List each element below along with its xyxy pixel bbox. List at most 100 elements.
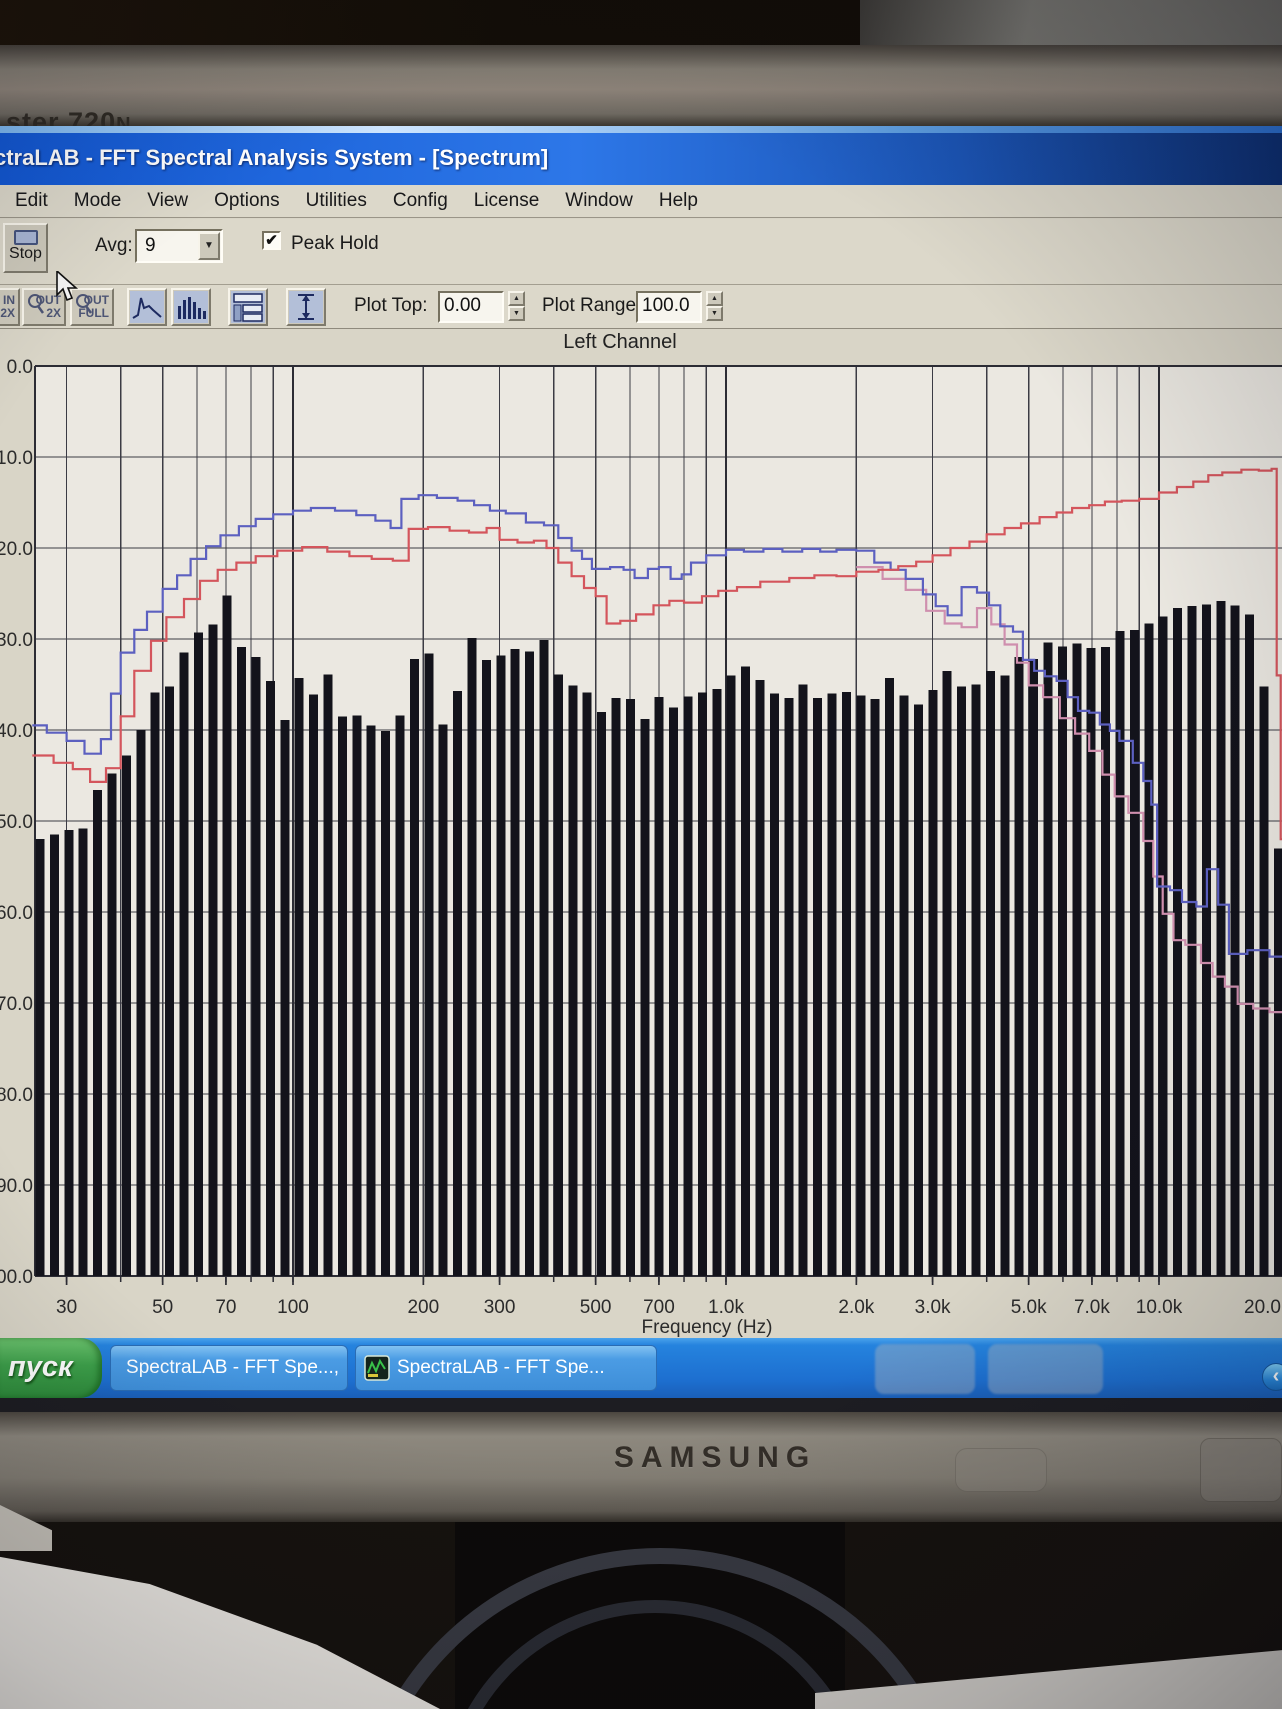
- menu-item-view[interactable]: View: [134, 190, 201, 212]
- x-tick-label: 7.0k: [1074, 1297, 1110, 1318]
- taskbar-item-label: SpectraLAB - FFT Spe...: [397, 1357, 605, 1378]
- spectrum-bar: [1057, 646, 1067, 1276]
- spectrum-bar: [280, 719, 290, 1276]
- spectrum-bar: [625, 699, 635, 1276]
- stop-button-label: Stop: [9, 245, 42, 262]
- spectrum-line-view-button[interactable]: [127, 288, 167, 326]
- spectrum-bar: [309, 694, 319, 1276]
- y-tick-label: 10.0: [0, 448, 33, 469]
- spectrum-bar: [265, 680, 275, 1276]
- plot-range-spinner[interactable]: ▲ ▼: [706, 291, 723, 323]
- x-axis-title: Frequency (Hz): [642, 1317, 773, 1338]
- toolbar-plot: Plot Top: 0.00 ▲ ▼ Plot Range: 100.0 ▲ ▼…: [0, 284, 1282, 329]
- spectrum-bar: [1259, 686, 1269, 1276]
- background-wall: [860, 0, 1282, 50]
- spectrum-bar: [597, 711, 607, 1276]
- chevron-down-icon[interactable]: ▼: [198, 232, 220, 260]
- tray-chevron-left-icon[interactable]: ‹: [1262, 1363, 1282, 1391]
- spectrum-bar: [136, 730, 146, 1276]
- menu-item-config[interactable]: Config: [380, 190, 461, 212]
- menu-item-license[interactable]: License: [461, 190, 553, 212]
- spectrum-bar: [381, 730, 391, 1276]
- spectrum-bar: [1072, 643, 1082, 1276]
- spectrum-bar-view-button[interactable]: [171, 288, 211, 326]
- taskbar-item-spectralab-1[interactable]: SpectraLAB - FFT Spe...,: [110, 1345, 348, 1391]
- spectrum-bar: [856, 695, 866, 1276]
- menu-item-help[interactable]: Help: [646, 190, 711, 212]
- spectrum-bar: [179, 652, 189, 1276]
- menu-item-edit[interactable]: Edit: [2, 190, 61, 212]
- spectrum-bar: [942, 670, 952, 1276]
- spectrum-bar: [352, 715, 362, 1276]
- zoom-button-label: IN 2X: [0, 293, 15, 320]
- spectrum-bar: [553, 674, 563, 1276]
- spin-up-icon[interactable]: ▲: [706, 291, 723, 306]
- spectrum-bar: [697, 692, 707, 1276]
- x-tick-label: 300: [484, 1297, 516, 1318]
- spectrum-bar: [640, 719, 650, 1276]
- taskbar-item-label: SpectraLAB - FFT Spe...,: [126, 1357, 339, 1378]
- spectrum-bar: [525, 651, 535, 1276]
- chart-title: Left Channel: [563, 331, 677, 353]
- spectrum-bar: [453, 690, 463, 1276]
- spectrum-bar: [294, 678, 304, 1276]
- menu-item-window[interactable]: Window: [552, 190, 646, 212]
- y-tick-label: 50.0: [0, 812, 33, 833]
- peak-hold-label: Peak Hold: [291, 233, 379, 254]
- stop-icon: [13, 230, 38, 245]
- x-tick-label: 1.0k: [708, 1297, 744, 1318]
- spectrum-bar: [150, 692, 160, 1276]
- y-tick-label: 100.0: [0, 1267, 33, 1288]
- x-tick-label: 2.0k: [838, 1297, 874, 1318]
- spectrum-bar: [409, 659, 419, 1276]
- x-tick-label: 10.0k: [1136, 1297, 1183, 1318]
- spectrum-bar: [1014, 657, 1024, 1276]
- x-tick-label: 100: [277, 1297, 309, 1318]
- spectrum-bar: [1273, 848, 1282, 1276]
- plot-top-field[interactable]: 0.00: [438, 291, 504, 323]
- vertical-scale-button[interactable]: [286, 288, 326, 326]
- screen: ctraLAB - FFT Spectral Analysis System -…: [0, 133, 1282, 1398]
- spectrum-bar: [78, 828, 88, 1276]
- spectrum-chart: 30 50 70 100 200 300 500 700 1.0k 2.0k 3.0k 5.0k 7.0…: [0, 359, 1282, 1338]
- mouse-cursor: [56, 271, 79, 302]
- title-bar[interactable]: ctraLAB - FFT Spectral Analysis System -…: [0, 133, 1282, 185]
- menu-item-mode[interactable]: Mode: [61, 190, 135, 212]
- x-tick-label: 30: [56, 1297, 77, 1318]
- spectrum-bar: [222, 595, 232, 1276]
- taskbar-item-spectralab-2[interactable]: SpectraLAB - FFT Spe...: [355, 1345, 657, 1391]
- vertical-range-icon: [289, 291, 323, 323]
- zoom-in-2x-button[interactable]: IN 2X: [0, 288, 20, 326]
- spin-up-icon[interactable]: ▲: [508, 291, 525, 306]
- start-button[interactable]: пуск: [0, 1338, 102, 1398]
- menu-item-options[interactable]: Options: [201, 190, 292, 212]
- spectrum-bar: [539, 639, 549, 1276]
- x-tick-label: 700: [643, 1297, 675, 1318]
- spectrum-bar: [1187, 606, 1197, 1276]
- plot-range-field[interactable]: 100.0: [636, 291, 702, 323]
- y-tick-label: 90.0: [0, 1176, 33, 1197]
- spectrum-bar: [438, 724, 448, 1276]
- spectrum-bar: [1101, 647, 1111, 1276]
- spin-down-icon[interactable]: ▼: [508, 306, 525, 321]
- spectrum-bar: [323, 674, 333, 1276]
- spectrum-bar: [424, 653, 434, 1276]
- spectrum-bar: [337, 716, 347, 1276]
- x-tick-label: 500: [580, 1297, 612, 1318]
- spectrum-bar: [784, 698, 794, 1276]
- spectrum-bar: [1158, 616, 1168, 1276]
- plot-top-spinner[interactable]: ▲ ▼: [508, 291, 525, 323]
- y-tick-label: 80.0: [0, 1085, 33, 1106]
- screen-top-edge-glow: [0, 126, 1282, 133]
- y-tick-label: 0.0: [7, 359, 33, 378]
- spectrum-bar: [1129, 629, 1139, 1276]
- menu-item-utilities[interactable]: Utilities: [293, 190, 380, 212]
- peak-hold-checkbox[interactable]: ✔: [262, 231, 281, 250]
- spectrum-bar: [813, 698, 823, 1276]
- spectrum-bar: [683, 696, 693, 1276]
- avg-combobox[interactable]: 9 ▼: [135, 229, 223, 263]
- spin-down-icon[interactable]: ▼: [706, 306, 723, 321]
- stop-button[interactable]: Stop: [3, 223, 48, 273]
- spectrum-bar: [755, 679, 765, 1276]
- display-layout-button[interactable]: [228, 288, 268, 326]
